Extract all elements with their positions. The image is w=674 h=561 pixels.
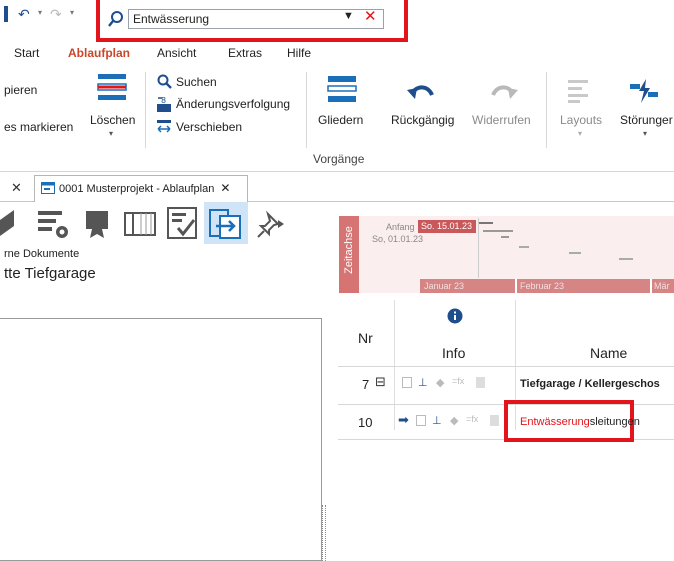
hierarchy-icon: ⊥: [418, 377, 428, 389]
row-info-icons: ➡ ⊥ ◆ =fx: [398, 412, 512, 428]
document-preview-panel: [0, 318, 322, 561]
move-button[interactable]: Verschieben: [176, 120, 242, 134]
close-previous-tab-icon[interactable]: ✕: [11, 180, 22, 196]
disruptions-dropdown-icon[interactable]: ▾: [643, 129, 647, 138]
timeline-bar-area: [478, 218, 674, 278]
redo-icon[interactable]: ↷: [50, 6, 62, 23]
timeline-month-januar: Januar 23: [424, 281, 465, 291]
redo-button[interactable]: Widerrufen: [472, 113, 531, 127]
ribbon-separator: [306, 72, 307, 148]
change-tracking-button[interactable]: Änderungsverfolgung: [176, 97, 290, 111]
timeline-tab[interactable]: Zeitachse: [339, 216, 359, 293]
disruptions-button[interactable]: Störunger: [620, 113, 673, 127]
doc-icon: [490, 415, 499, 426]
row-nr: 7: [362, 377, 370, 392]
search-input-value: Entwässerung: [133, 12, 210, 26]
search-icon[interactable]: [108, 10, 124, 28]
column-header-name[interactable]: Name: [590, 345, 627, 361]
ribbon-group-label: Vorgänge: [313, 152, 365, 166]
documents-icon[interactable]: [0, 208, 18, 238]
formula-icon: =fx: [452, 376, 465, 386]
delete-rows-icon[interactable]: [96, 72, 128, 102]
settings-list-icon[interactable]: [36, 208, 70, 240]
collapse-toggle-icon[interactable]: ⊟: [375, 374, 386, 390]
column-header-nr[interactable]: Nr: [358, 330, 373, 346]
left-toolbar: [0, 202, 334, 246]
row-nr: 10: [358, 415, 373, 430]
timeline-start-date-text: So. 15.01.23: [421, 221, 473, 231]
search-dropdown-icon[interactable]: ▼: [343, 10, 354, 22]
info-icon: [447, 308, 463, 324]
mark-all-button[interactable]: es markieren: [4, 120, 73, 134]
formula-icon: =fx: [466, 414, 479, 424]
column-header-info[interactable]: Info: [442, 345, 465, 361]
ribbon-separator: [145, 72, 146, 148]
copy-button[interactable]: pieren: [4, 83, 37, 97]
presentation-icon[interactable]: [82, 208, 112, 240]
row-name-rest: sleitungen: [589, 416, 640, 428]
delete-button[interactable]: Löschen: [90, 113, 135, 127]
undo-button[interactable]: Rückgängig: [391, 113, 454, 127]
timeline-month-divider: [650, 279, 652, 293]
delete-dropdown-icon[interactable]: ▾: [109, 129, 113, 138]
menu-extras[interactable]: Extras: [228, 46, 262, 60]
pin-icon[interactable]: [256, 210, 286, 240]
close-tab-icon[interactable]: ✕: [220, 181, 230, 195]
timeline-month-maerz: Mär: [654, 281, 670, 291]
menu-ablaufplan[interactable]: Ablaufplan: [68, 46, 130, 60]
disruptions-icon[interactable]: [629, 78, 659, 104]
search-tool-icon[interactable]: [156, 74, 172, 90]
timeline-start-label: Anfang: [386, 222, 415, 232]
ribbon-separator: [546, 72, 547, 148]
current-row-arrow-icon: ➡: [398, 412, 409, 427]
layouts-dropdown-icon[interactable]: ▾: [578, 129, 582, 138]
menu-hilfe[interactable]: Hilfe: [287, 46, 311, 60]
note-icon: [416, 415, 426, 426]
undo-icon[interactable]: ↶: [18, 6, 30, 23]
cube-icon: ◆: [436, 377, 445, 389]
tab-musterprojekt-ablaufplan[interactable]: 0001 Musterprojekt - Ablaufplan ✕: [34, 175, 248, 202]
toolbar-edge-icon: [4, 6, 8, 22]
move-icon[interactable]: [156, 118, 172, 134]
checklist-icon[interactable]: [166, 206, 198, 240]
splitter-grip[interactable]: [322, 505, 326, 561]
row-name: Tiefgarage / Kellergeschos: [520, 378, 660, 390]
timeline-month-februar: Februar 23: [520, 281, 565, 291]
export-icon[interactable]: [204, 202, 248, 244]
tab-title: 0001 Musterprojekt - Ablaufplan: [59, 183, 215, 195]
row-name: Entwässerungsleitungen: [520, 416, 640, 428]
timeline-so-date: So, 01.01.23: [372, 234, 424, 244]
hierarchy-icon: ⊥: [432, 415, 442, 427]
outline-button[interactable]: Gliedern: [318, 113, 363, 127]
undo-dropdown-icon[interactable]: ▾: [38, 8, 42, 17]
undo-large-icon[interactable]: [406, 82, 436, 104]
doc-icon: [476, 377, 485, 388]
outline-icon[interactable]: [326, 74, 358, 104]
row-info-icons: ⊥ ◆ =fx: [402, 376, 512, 390]
menu-start[interactable]: Start: [14, 46, 39, 60]
search-clear-icon[interactable]: ✕: [364, 7, 377, 25]
table-view-icon[interactable]: [124, 212, 156, 236]
search-tool-button[interactable]: Suchen: [176, 75, 217, 89]
layouts-button[interactable]: Layouts: [560, 113, 602, 127]
layouts-icon[interactable]: [566, 78, 590, 104]
schedule-doc-icon: [41, 182, 55, 194]
timeline-month-divider: [515, 279, 517, 293]
timeline-tab-label: Zeitachse: [343, 226, 355, 274]
row-name-match: Entwässerung: [520, 416, 590, 428]
redo-dropdown-icon[interactable]: ▾: [70, 8, 74, 17]
menu-ansicht[interactable]: Ansicht: [157, 46, 196, 60]
cube-icon: ◆: [450, 415, 459, 427]
timeline-start-date: So. 15.01.23: [418, 220, 476, 233]
external-documents-label: rne Dokumente: [4, 248, 80, 260]
redo-large-icon[interactable]: [489, 82, 519, 104]
project-section-title: tte Tiefgarage: [4, 265, 96, 282]
change-tracking-icon[interactable]: 8: [156, 95, 172, 113]
note-icon: [402, 377, 412, 388]
